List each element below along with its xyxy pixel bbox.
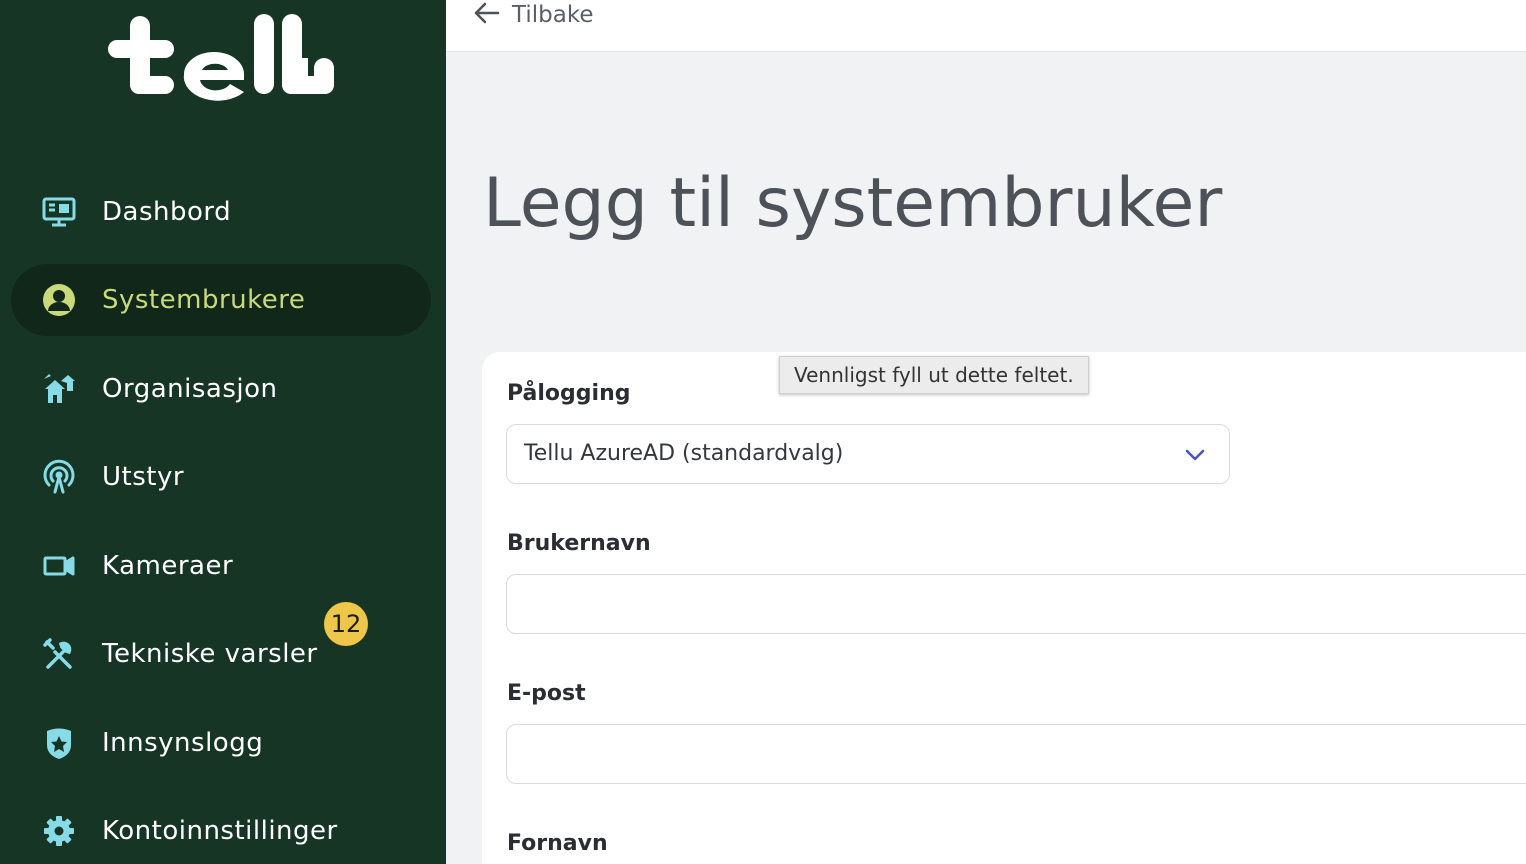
page-title: Legg til systembruker xyxy=(483,164,1223,243)
notification-count-badge: 12 xyxy=(324,602,368,646)
validation-tooltip: Vennligst fyll ut dette feltet. xyxy=(779,356,1089,394)
sidebar-item-dashbord[interactable]: Dashbord xyxy=(11,176,431,248)
login-label: Pålogging xyxy=(507,381,631,406)
sidebar-item-tekniske-varsler[interactable]: Tekniske varsler 12 xyxy=(11,602,431,690)
sidebar-item-systembrukere[interactable]: Systembrukere xyxy=(11,264,431,336)
sidebar-item-utstyr[interactable]: Utstyr xyxy=(11,441,431,513)
sidebar-item-label: Kontoinnstillinger xyxy=(102,816,338,846)
sidebar-item-label: Dashbord xyxy=(102,197,232,227)
user-circle-icon xyxy=(41,282,77,318)
sidebar-item-label: Kameraer xyxy=(102,551,234,581)
back-label: Tilbake xyxy=(512,2,594,28)
firstname-label: Fornavn xyxy=(507,831,608,856)
sidebar-item-innsynslogg[interactable]: Innsynslogg xyxy=(11,707,431,779)
email-label: E-post xyxy=(507,681,586,706)
sidebar: Dashbord Systembrukere Organisasjon Utst… xyxy=(0,0,446,864)
monitor-icon xyxy=(41,194,77,230)
antenna-icon xyxy=(41,459,77,495)
chevron-down-icon xyxy=(1183,443,1207,467)
email-input[interactable] xyxy=(506,724,1526,784)
sidebar-item-kameraer[interactable]: Kameraer xyxy=(11,530,431,602)
org-houses-icon xyxy=(41,371,77,407)
arrow-left-icon xyxy=(472,0,502,32)
sidebar-item-organisasjon[interactable]: Organisasjon xyxy=(11,353,431,425)
username-label: Brukernavn xyxy=(507,531,651,556)
sidebar-item-label: Tekniske varsler xyxy=(102,639,318,669)
tools-icon xyxy=(41,636,77,672)
badge-star-icon xyxy=(41,725,77,761)
sidebar-item-label: Utstyr xyxy=(102,462,185,492)
sidebar-item-label: Innsynslogg xyxy=(102,728,264,758)
sidebar-item-label: Organisasjon xyxy=(102,374,278,404)
login-select-value: Tellu AzureAD (standardvalg) xyxy=(524,441,844,466)
top-bar: Tilbake xyxy=(446,0,1526,52)
gear-icon xyxy=(41,813,77,849)
username-input[interactable] xyxy=(506,574,1526,634)
sidebar-item-label: Systembrukere xyxy=(102,285,306,315)
sidebar-item-kontoinnstillinger[interactable]: Kontoinnstillinger xyxy=(11,795,431,864)
video-camera-icon xyxy=(41,548,77,584)
tellu-logo[interactable] xyxy=(108,14,336,106)
login-select[interactable]: Tellu AzureAD (standardvalg) xyxy=(506,424,1230,484)
back-button[interactable]: Tilbake xyxy=(472,0,593,32)
